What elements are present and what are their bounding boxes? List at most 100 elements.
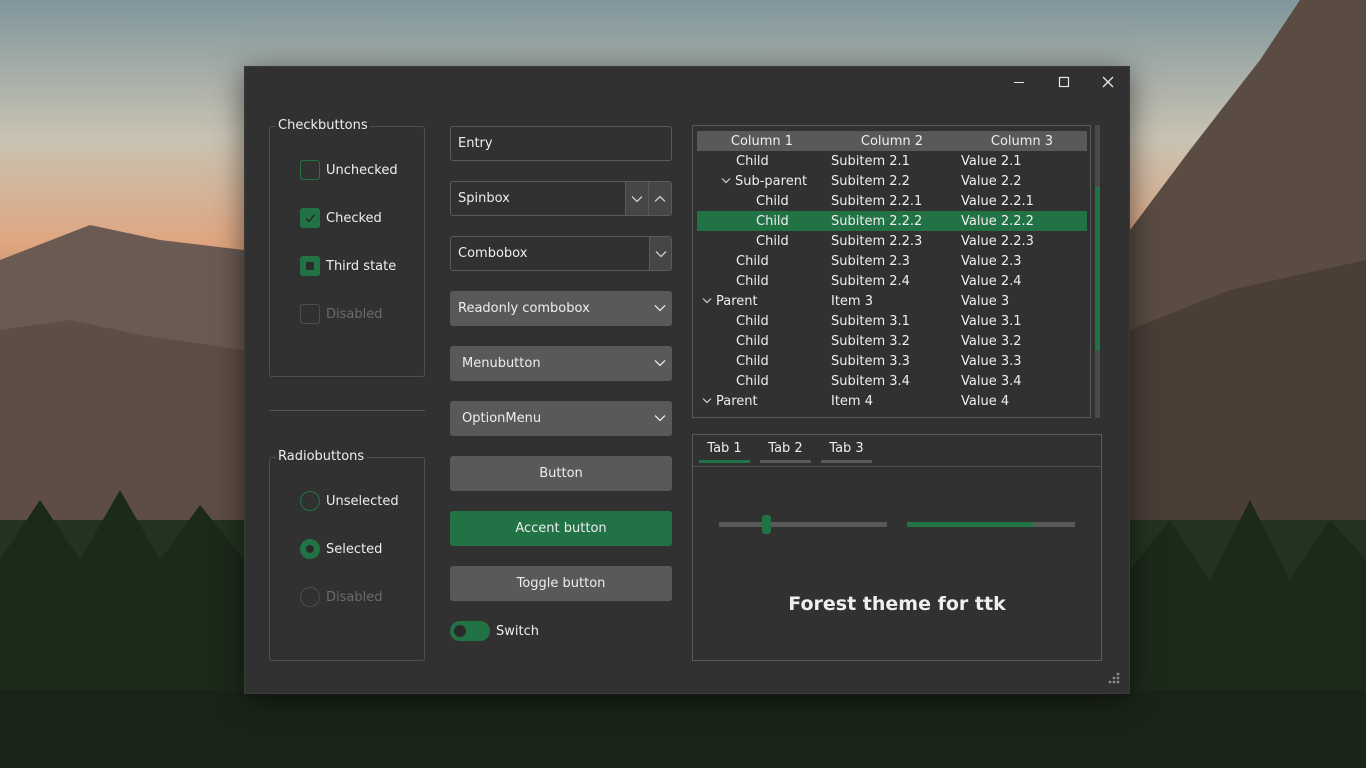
column-header-3[interactable]: Column 3 xyxy=(957,131,1087,151)
checkbox-unchecked-indicator[interactable] xyxy=(300,160,320,180)
table-row[interactable]: Parent Item 4 Value 4 xyxy=(697,391,1087,411)
radio-dot-icon xyxy=(306,545,314,553)
toggle-button[interactable]: Toggle button xyxy=(450,566,672,601)
switch[interactable]: Switch xyxy=(450,620,539,642)
table-row[interactable]: Child Subitem 2.2.3 Value 2.2.3 xyxy=(697,231,1087,251)
cell-text: Parent xyxy=(716,393,758,409)
combobox[interactable]: Combobox xyxy=(450,236,672,271)
tab-3[interactable]: Tab 3 xyxy=(821,441,872,463)
radiobutton-unselected[interactable]: Unselected xyxy=(300,491,399,511)
table-row[interactable]: Child Subitem 2.2.1 Value 2.2.1 xyxy=(697,191,1087,211)
cell-column-1: Child xyxy=(697,311,827,331)
tab-divider xyxy=(693,466,1101,467)
treeview-header: Column 1 Column 2 Column 3 xyxy=(697,131,1087,151)
notebook: Tab 1 Tab 2 Tab 3 Forest theme for ttk xyxy=(692,434,1102,661)
cell-column-1: Child xyxy=(697,151,827,171)
checkbutton-unchecked[interactable]: Unchecked xyxy=(300,160,398,180)
cell-column-1: Child xyxy=(697,271,827,291)
tab-2[interactable]: Tab 2 xyxy=(760,441,811,463)
toggle-button-label: Toggle button xyxy=(516,576,606,591)
cell-column-3: Value 3.1 xyxy=(961,313,1022,329)
column-header-1[interactable]: Column 1 xyxy=(697,131,827,151)
entry-value: Entry xyxy=(458,136,493,151)
spinbox[interactable]: Spinbox xyxy=(450,181,672,216)
cell-column-1: Child xyxy=(697,371,827,391)
table-row[interactable]: Child Subitem 2.1 Value 2.1 xyxy=(697,151,1087,171)
cell-column-2: Item 3 xyxy=(831,293,873,309)
table-row[interactable]: Child Subitem 3.3 Value 3.3 xyxy=(697,351,1087,371)
chevron-down-icon[interactable] xyxy=(702,297,712,305)
table-row[interactable]: Parent Item 3 Value 3 xyxy=(697,291,1087,311)
table-row[interactable]: Child Subitem 3.4 Value 3.4 xyxy=(697,371,1087,391)
radio-unselected-indicator[interactable] xyxy=(300,491,320,511)
cell-column-3: Value 3.4 xyxy=(961,373,1022,389)
cell-column-1: Child xyxy=(697,211,827,231)
checkbox-indeterminate-indicator[interactable] xyxy=(300,256,320,276)
cell-column-3: Value 4 xyxy=(961,393,1010,409)
readonly-combobox[interactable]: Readonly combobox xyxy=(450,291,672,326)
table-row[interactable]: Sub-parent Subitem 2.2 Value 2.2 xyxy=(697,171,1087,191)
menubutton[interactable]: Menubutton xyxy=(450,346,672,381)
radiobuttons-frame: Radiobuttons Unselected Selected Disable… xyxy=(269,449,425,661)
radiobuttons-frame-label: Radiobuttons xyxy=(276,449,367,465)
notebook-tabs: Tab 1 Tab 2 Tab 3 xyxy=(699,441,882,463)
cell-text: Child xyxy=(736,353,769,369)
checkbuttons-frame-label: Checkbuttons xyxy=(276,118,370,134)
checkbutton-checked[interactable]: Checked xyxy=(300,208,382,228)
table-row[interactable]: Child Subitem 3.1 Value 3.1 xyxy=(697,311,1087,331)
treeview-scrollbar[interactable] xyxy=(1095,125,1100,418)
tab-1[interactable]: Tab 1 xyxy=(699,441,750,463)
radiobutton-selected[interactable]: Selected xyxy=(300,539,382,559)
radio-disabled-indicator xyxy=(300,587,320,607)
maximize-icon xyxy=(1058,76,1070,88)
progressbar-fill xyxy=(907,522,1033,527)
indeterminate-square-icon xyxy=(306,262,314,270)
radiobutton-disabled: Disabled xyxy=(300,587,382,607)
spinbox-increment-button[interactable] xyxy=(648,182,671,215)
table-row[interactable]: Child Subitem 2.2.2 Value 2.2.2 xyxy=(697,211,1087,231)
scale-track[interactable] xyxy=(719,522,887,527)
chevron-down-icon[interactable] xyxy=(721,177,731,185)
cell-column-2: Subitem 3.1 xyxy=(831,313,910,329)
table-row[interactable]: Child Subitem 2.3 Value 2.3 xyxy=(697,251,1087,271)
tab-label: Tab 1 xyxy=(707,441,742,456)
accent-button[interactable]: Accent button xyxy=(450,511,672,546)
optionmenu[interactable]: OptionMenu xyxy=(450,401,672,436)
button[interactable]: Button xyxy=(450,456,672,491)
checkbox-disabled-indicator xyxy=(300,304,320,324)
cell-text: Child xyxy=(736,313,769,329)
cell-column-3: Value 2.4 xyxy=(961,273,1022,289)
cell-text: Child xyxy=(736,253,769,269)
cell-column-3: Value 3 xyxy=(961,293,1010,309)
checkbox-checked-indicator[interactable] xyxy=(300,208,320,228)
minimize-button[interactable] xyxy=(997,69,1041,95)
column-header-2[interactable]: Column 2 xyxy=(827,131,957,151)
switch-toggle[interactable] xyxy=(450,621,490,641)
theme-label: Forest theme for ttk xyxy=(788,593,1006,615)
radio-selected-indicator[interactable] xyxy=(300,539,320,559)
table-row[interactable]: Child Subitem 2.4 Value 2.4 xyxy=(697,271,1087,291)
cell-column-3: Value 2.2.2 xyxy=(961,213,1034,229)
chevron-down-icon[interactable] xyxy=(702,397,712,405)
cell-text: Child xyxy=(756,193,789,209)
spinbox-decrement-button[interactable] xyxy=(625,182,648,215)
entry-field[interactable]: Entry xyxy=(450,126,672,161)
scale-thumb[interactable] xyxy=(761,515,771,534)
close-button[interactable] xyxy=(1086,69,1130,95)
cell-column-1: Parent xyxy=(697,391,827,411)
menubutton-label: Menubutton xyxy=(462,356,541,371)
cell-column-2: Subitem 2.1 xyxy=(831,153,910,169)
checkbutton-disabled: Disabled xyxy=(300,304,382,324)
combobox-dropdown-button[interactable] xyxy=(649,237,671,270)
maximize-button[interactable] xyxy=(1042,69,1086,95)
tab-indicator xyxy=(699,460,750,463)
table-row[interactable]: Child Subitem 3.2 Value 3.2 xyxy=(697,331,1087,351)
scrollbar-thumb[interactable] xyxy=(1095,187,1100,351)
cell-column-3: Value 2.3 xyxy=(961,253,1022,269)
resize-grip-icon[interactable] xyxy=(1107,671,1121,685)
chevron-up-icon xyxy=(654,195,666,202)
checkbuttons-frame: Checkbuttons Unchecked Checked Third sta… xyxy=(269,118,425,377)
tab-indicator xyxy=(760,460,811,463)
checkbutton-third-state[interactable]: Third state xyxy=(300,256,396,276)
switch-knob-icon xyxy=(454,625,466,637)
